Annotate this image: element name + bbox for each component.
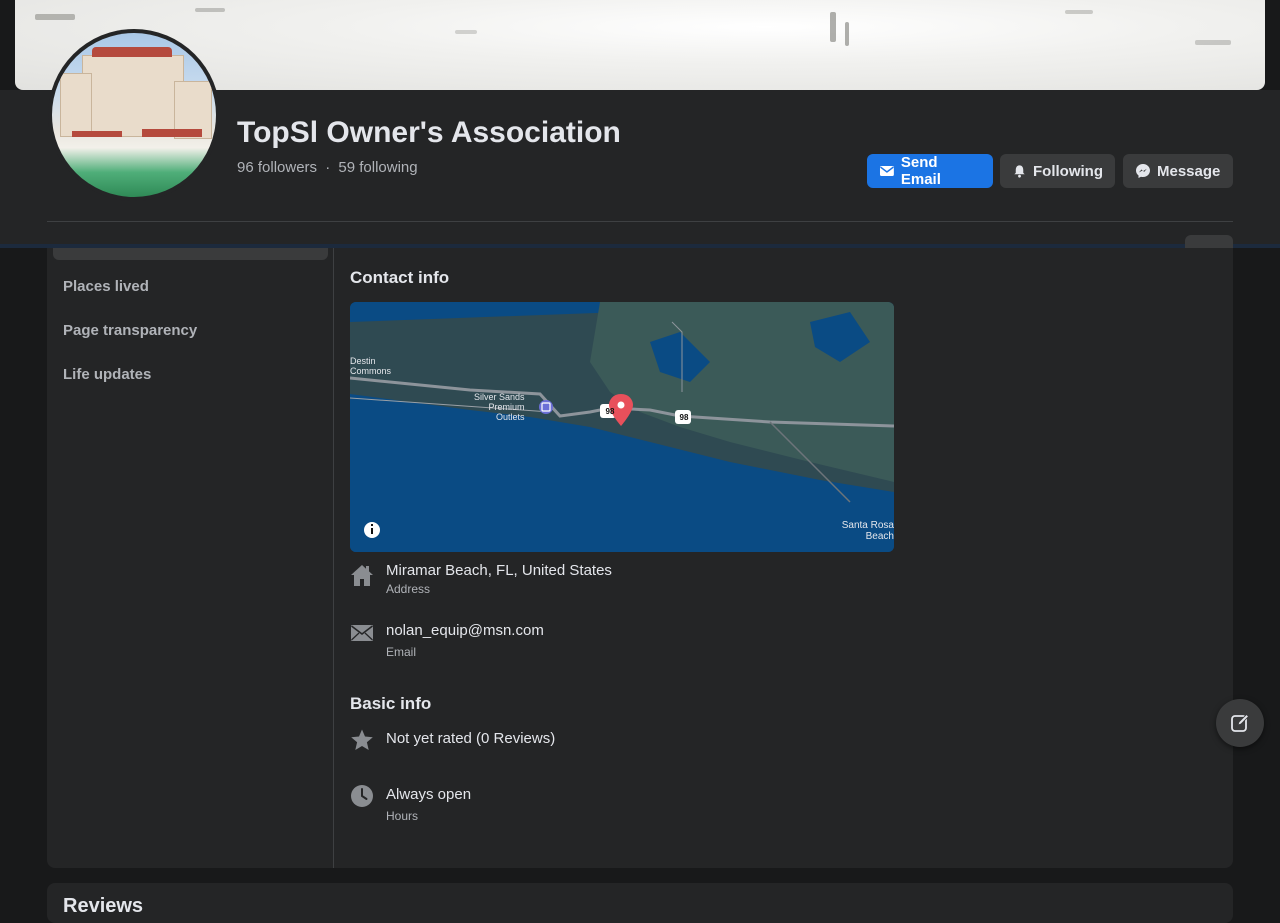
- map-label-santa-rosa-line1: Santa Rosa: [841, 520, 894, 531]
- email-value[interactable]: nolan_equip@msn.com: [386, 622, 544, 639]
- star-icon: [351, 729, 373, 750]
- map-label-santa-rosa: Santa Rosa Beach: [842, 520, 894, 542]
- rating-value: Not yet rated (0 Reviews): [386, 730, 556, 747]
- following-button[interactable]: Following: [1000, 154, 1115, 188]
- address-value[interactable]: Miramar Beach, FL, United States: [386, 562, 612, 579]
- map-label-silver-sands: Silver Sands Premium Outlets: [474, 392, 525, 422]
- compose-icon: [1231, 713, 1250, 732]
- hours-label: Hours: [386, 809, 419, 823]
- clock-icon: [351, 785, 373, 807]
- reviews-card: [47, 883, 1233, 923]
- sidebar-divider: [333, 248, 334, 868]
- header-divider: [47, 221, 1233, 222]
- map-label-silver-sands-line1: Silver Sands: [474, 392, 525, 402]
- following-label: Following: [1033, 162, 1103, 180]
- page-title: TopSl Owner's Association: [237, 116, 621, 149]
- route-98-shield-a: 98: [605, 407, 615, 416]
- address-label: Address: [386, 582, 431, 596]
- profile-avatar[interactable]: [48, 29, 220, 201]
- hours-value: Always open: [386, 786, 472, 803]
- map-graphic: [350, 302, 894, 552]
- sidebar-selected-item[interactable]: [53, 248, 328, 260]
- map-label-silver-sands-line2: Premium: [488, 402, 525, 412]
- contact-info-title: Contact info: [350, 268, 450, 287]
- followers-link[interactable]: 96 followers: [237, 159, 317, 176]
- sidebar-item-life-updates[interactable]: Life updates: [63, 366, 151, 383]
- message-label: Message: [1157, 162, 1221, 180]
- email-label: Email: [386, 645, 417, 659]
- message-button[interactable]: Message: [1123, 154, 1233, 188]
- following-link[interactable]: 59 following: [338, 159, 417, 176]
- messenger-icon: [1136, 164, 1150, 178]
- map-label-santa-rosa-line2: Beach: [865, 531, 894, 542]
- more-options-button[interactable]: [1185, 235, 1233, 248]
- compose-button[interactable]: [1216, 699, 1264, 747]
- send-email-label: Send Email: [900, 154, 941, 188]
- send-email-button[interactable]: Send Email: [867, 154, 993, 188]
- sidebar-item-page-transparency[interactable]: Page transparency: [63, 322, 197, 339]
- home-icon: [351, 565, 373, 586]
- map-label-destin-line1: Destin: [350, 356, 376, 366]
- envelope-icon: [879, 166, 894, 176]
- envelope-icon: [351, 625, 373, 641]
- map-label-silver-sands-line3: Outlets: [496, 412, 525, 422]
- basic-info-title: Basic info: [350, 694, 432, 713]
- map-label-destin: Destin Commons: [350, 356, 391, 376]
- avatar-photo: [52, 33, 216, 197]
- map-label-destin-line2: Commons: [350, 366, 392, 376]
- follow-stats: 96 followers · 59 following: [237, 159, 418, 176]
- bell-icon: [1014, 165, 1025, 178]
- reviews-title: Reviews: [63, 895, 144, 917]
- sidebar-item-places-lived[interactable]: Places lived: [63, 278, 149, 295]
- stats-separator: ·: [325, 159, 331, 176]
- location-map[interactable]: Destin Commons Silver Sands Premium Outl…: [350, 302, 894, 552]
- route-98-shield-b: 98: [679, 413, 689, 422]
